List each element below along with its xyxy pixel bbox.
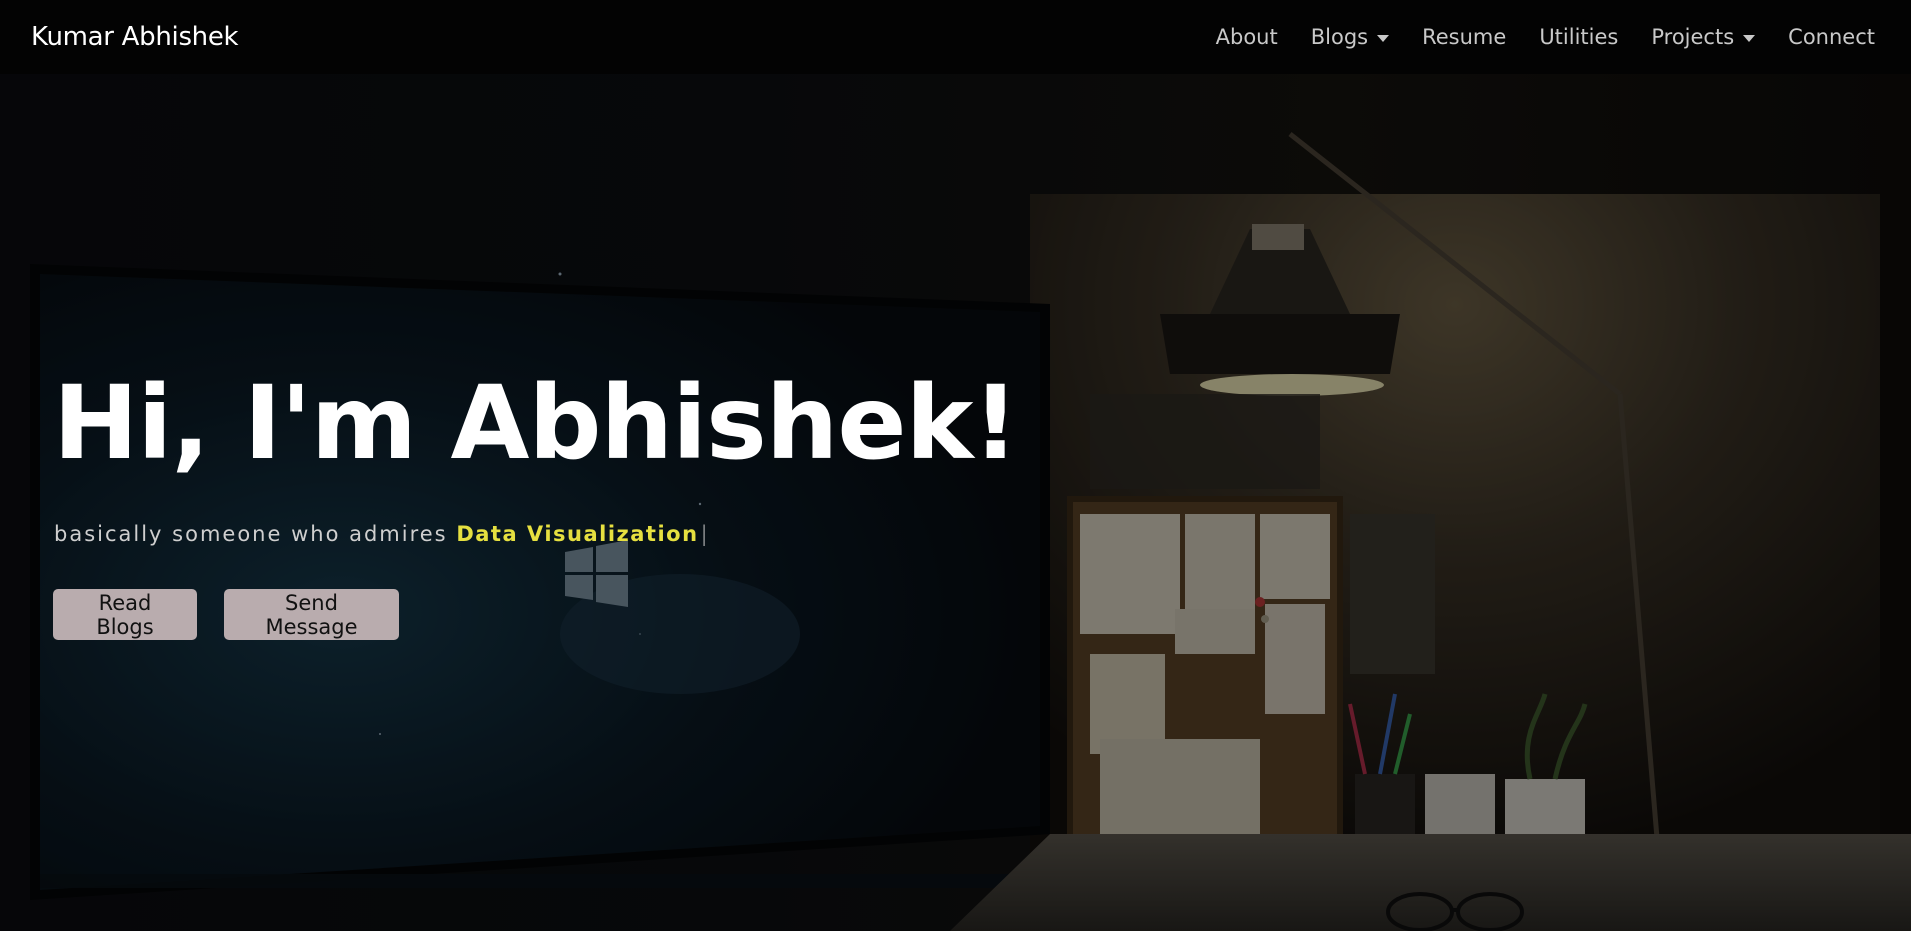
caret-down-icon [1743,34,1756,42]
nav-links: About Blogs Resume Utilities Projects Co… [1183,25,1875,49]
brand-logo-text[interactable]: Kumar Abhishek [31,22,239,52]
send-message-button[interactable]: Send Message [224,589,399,640]
hero-tagline: basically someone who admires Data Visua… [54,522,710,546]
nav-item-blogs[interactable]: Blogs [1310,25,1390,49]
nav-item-label: Projects [1651,25,1735,49]
nav-item-label: Connect [1788,25,1875,49]
nav-item-label: Utilities [1539,25,1619,49]
nav-item-resume[interactable]: Resume [1422,25,1506,49]
caret-down-icon [1377,34,1390,42]
nav-item-label: Blogs [1310,25,1369,49]
hero-title: Hi, I'm Abhishek! [53,364,1019,483]
hero-section: Hi, I'm Abhishek! basically someone who … [0,74,1911,931]
nav-item-utilities[interactable]: Utilities [1539,25,1618,49]
nav-item-about[interactable]: About [1216,25,1278,49]
nav-item-connect[interactable]: Connect [1788,25,1875,49]
nav-item-label: About [1215,25,1278,49]
tagline-prefix: basically someone who admires [54,522,448,546]
nav-item-projects[interactable]: Projects [1651,25,1756,49]
typing-cursor: | [700,522,710,546]
hero-background-image [0,74,1911,931]
tagline-highlight: Data Visualization [456,522,699,546]
nav-item-label: Resume [1422,25,1507,49]
top-navbar: Kumar Abhishek About Blogs Resume Utilit… [0,0,1911,74]
read-blogs-button[interactable]: Read Blogs [53,589,197,640]
